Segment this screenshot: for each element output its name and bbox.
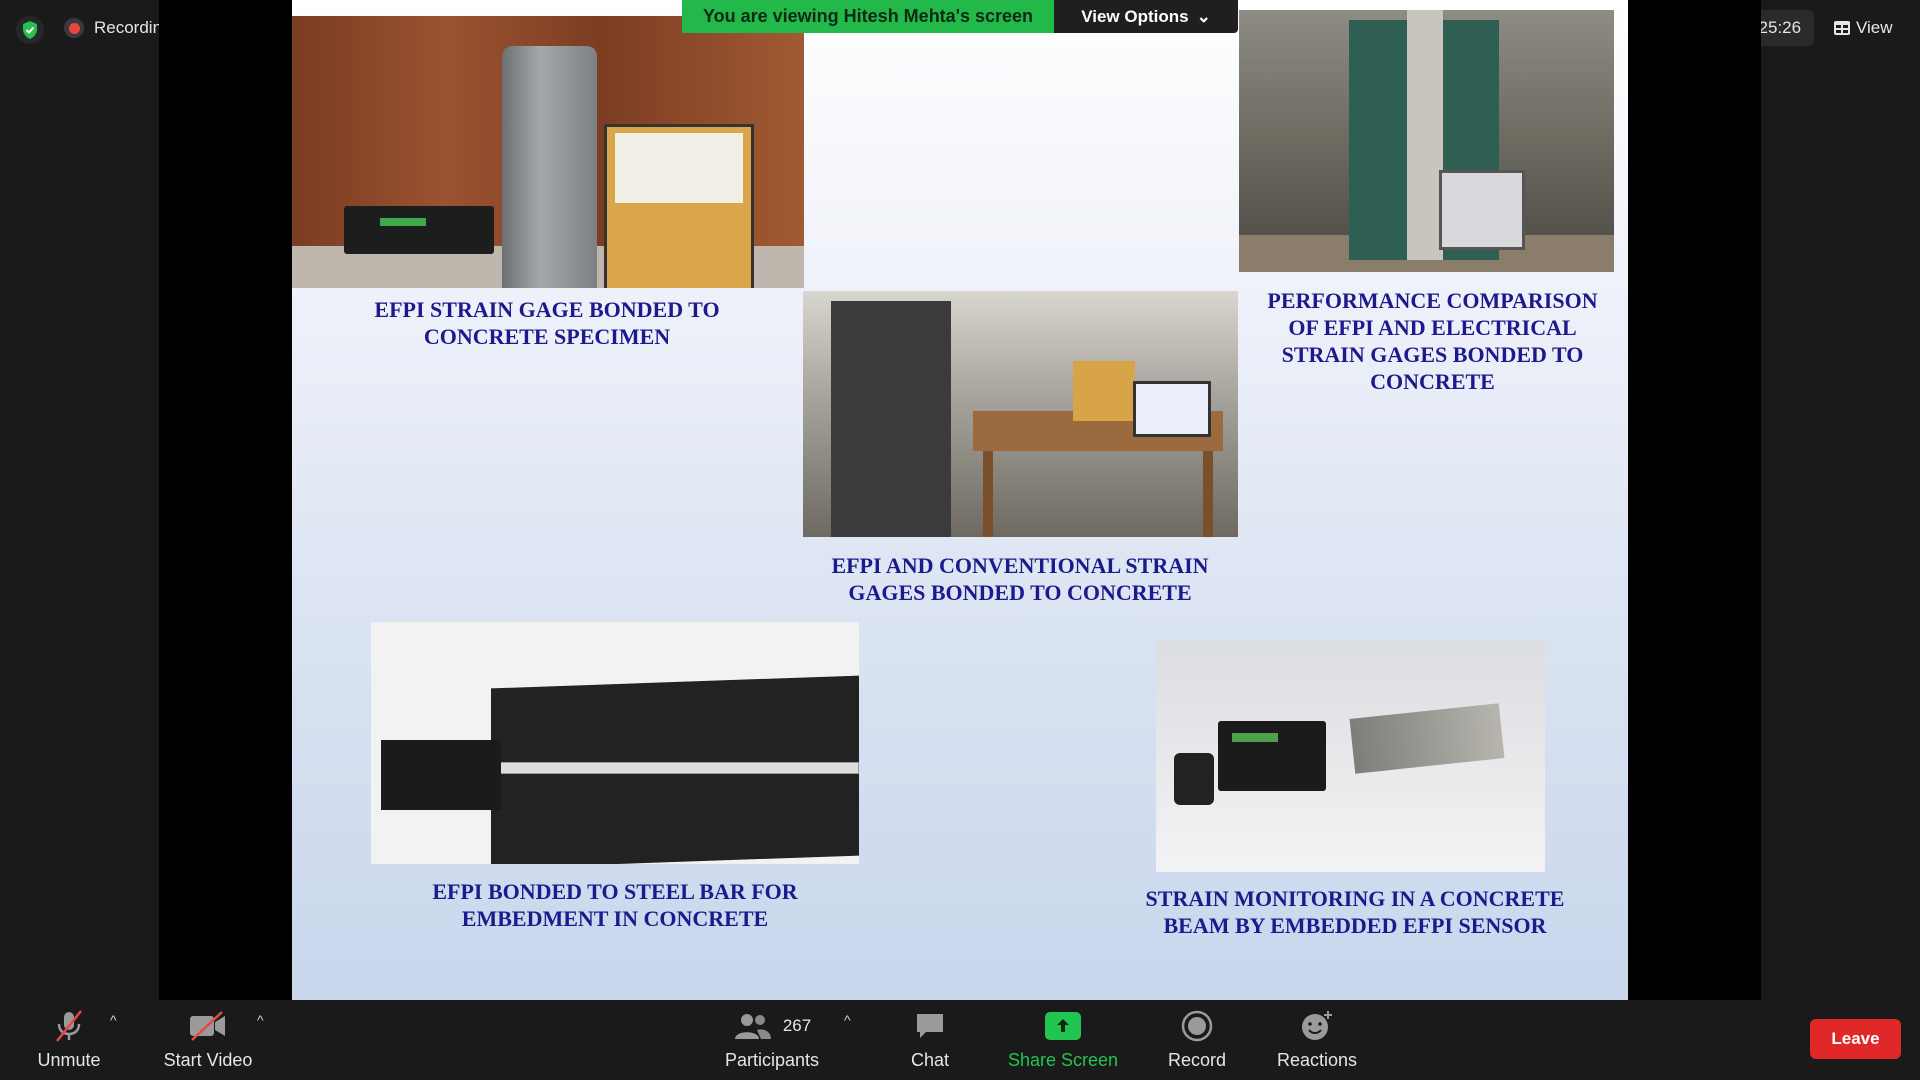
unmute-label: Unmute — [37, 1049, 101, 1070]
record-label: Record — [1167, 1049, 1227, 1070]
muted-microphone-icon — [52, 1009, 86, 1042]
reactions-button[interactable]: Reactions — [1270, 1000, 1364, 1080]
leave-button[interactable]: Leave — [1810, 1019, 1901, 1059]
chevron-down-icon: ⌄ — [1196, 6, 1211, 26]
add-reaction-icon — [1300, 1010, 1334, 1042]
caption-concrete-beam-monitoring: STRAIN MONITORING IN A CONCRETE BEAM BY … — [1145, 886, 1565, 938]
photo-performance-comparison — [1239, 10, 1614, 272]
participants-count: 267 — [782, 1015, 812, 1035]
record-dot-icon — [64, 18, 84, 38]
chat-button[interactable]: Chat — [900, 1000, 960, 1080]
share-screen-label: Share Screen — [1007, 1049, 1119, 1070]
chat-bubble-icon — [914, 1010, 946, 1042]
photo-efpi-steel-bar — [371, 622, 859, 864]
chat-label: Chat — [910, 1049, 950, 1070]
record-button[interactable]: Record — [1160, 1000, 1234, 1080]
view-button[interactable]: View — [1826, 10, 1908, 46]
unmute-button[interactable]: Unmute — [28, 1000, 110, 1080]
share-screen-button[interactable]: Share Screen — [1003, 1000, 1123, 1080]
participants-icon — [734, 1013, 771, 1039]
photo-efpi-conventional-gages — [803, 291, 1238, 537]
start-video-label: Start Video — [163, 1049, 253, 1070]
share-screen-icon — [1045, 1011, 1081, 1040]
photo-efpi-concrete-specimen — [292, 16, 804, 288]
caption-efpi-steel-bar: EFPI BONDED TO STEEL BAR FOR EMBEDMENT I… — [432, 879, 798, 931]
participants-options-caret-icon[interactable]: ^ — [844, 1012, 851, 1028]
view-options-label: View Options — [1081, 6, 1189, 26]
audio-options-caret-icon[interactable]: ^ — [110, 1012, 117, 1028]
view-options-button[interactable]: View Options ⌄ — [1054, 0, 1238, 33]
participants-button[interactable]: 267 Participants — [722, 1000, 822, 1080]
participants-label: Participants — [724, 1049, 820, 1070]
recording-indicator[interactable]: Recording — [64, 18, 172, 38]
security-shield-icon[interactable] — [16, 16, 44, 44]
photo-concrete-beam-monitoring — [1156, 641, 1545, 872]
reactions-label: Reactions — [1276, 1049, 1358, 1070]
caption-efpi-conventional-gages: EFPI AND CONVENTIONAL STRAIN GAGES BONDE… — [831, 553, 1209, 605]
caption-efpi-concrete-specimen: EFPI STRAIN GAGE BONDED TO CONCRETE SPEC… — [374, 297, 720, 349]
view-label: View — [1856, 18, 1893, 37]
caption-performance-comparison: PERFORMANCE COMPARISON OF EFPI AND ELECT… — [1267, 288, 1598, 394]
start-video-button[interactable]: Start Video — [158, 1000, 258, 1080]
video-options-caret-icon[interactable]: ^ — [257, 1012, 264, 1028]
grid-view-icon — [1834, 21, 1850, 35]
record-icon — [1181, 1010, 1213, 1042]
screen-share-banner: You are viewing Hitesh Mehta's screen — [682, 0, 1054, 33]
meeting-toolbar: Unmute ^ Start Video ^ 267 Participants … — [0, 1000, 1920, 1080]
video-off-icon — [188, 1010, 228, 1042]
